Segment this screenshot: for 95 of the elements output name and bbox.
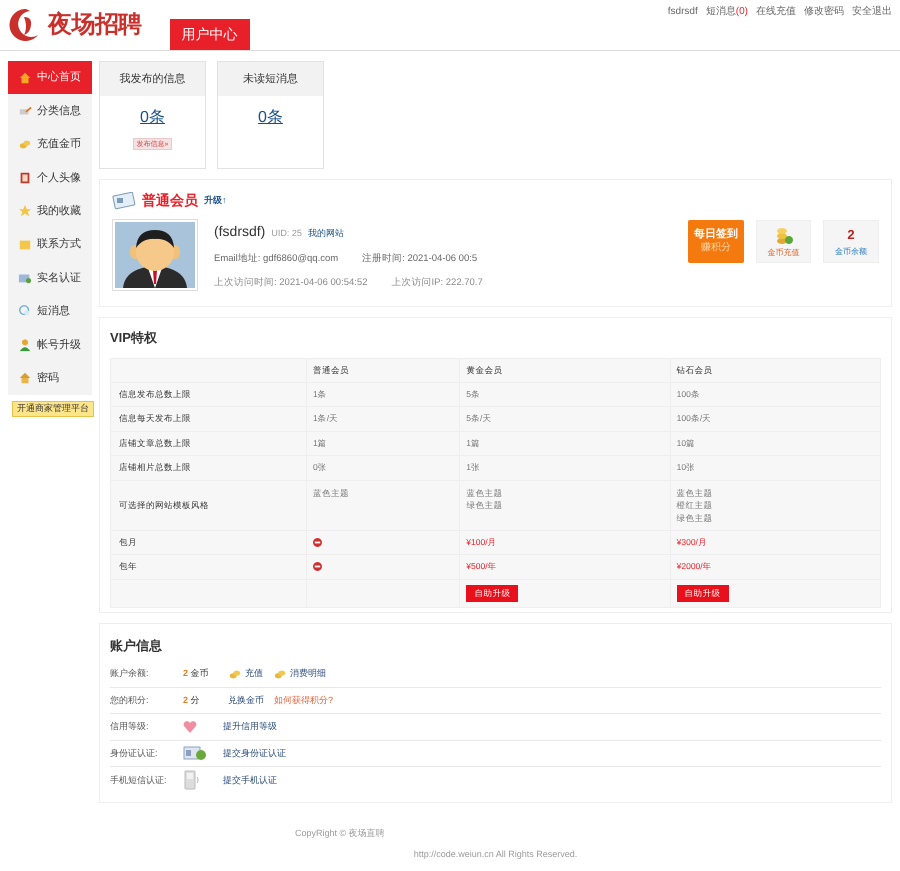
upgrade-link[interactable]: 升级↑ <box>204 194 226 208</box>
table-cell-text: ¥300/月 <box>676 536 708 549</box>
sidebar-item[interactable]: 充值金币 <box>8 128 92 162</box>
account-link[interactable]: 兑换金币 <box>228 694 264 707</box>
stat-title: 我发布的信息 <box>100 62 205 96</box>
field-label: 信用等级: <box>110 720 150 733</box>
account-link[interactable]: 如何获得积分? <box>274 694 334 707</box>
id-card-icon <box>183 745 207 762</box>
phone-icon <box>183 770 201 790</box>
row-label: 包年 <box>110 554 306 579</box>
field-value: 2 金币 <box>183 667 210 680</box>
table-cell-text: ¥100/月 <box>466 536 498 549</box>
site-logo: 夜场招聘 <box>48 10 142 40</box>
last-visit-ip: 上次访问IP: 222.70.7 <box>392 276 483 290</box>
table-cell-text: 1篇 <box>313 436 328 450</box>
table-cell-text: 1篇 <box>466 436 482 450</box>
table-cell-text: 1条/天 <box>313 412 340 426</box>
sidebar-item[interactable]: 帐号升级 <box>8 328 92 362</box>
register-time: 注册时间: 2021-04-06 00:5 <box>362 252 478 266</box>
table-cell-text: 绿色主题 <box>676 512 714 525</box>
portrait-icon <box>18 170 32 185</box>
stat-count-link[interactable]: 0条 <box>140 106 165 130</box>
house-icon <box>18 70 32 85</box>
section-title: 账户信息 <box>110 636 163 654</box>
sidebar-item[interactable]: 密码 <box>8 362 92 395</box>
section-title: VIP特权 <box>110 329 158 347</box>
sidebar-item[interactable]: 我的收藏 <box>8 194 92 228</box>
last-visit-time: 上次访问时间: 2021-04-06 00:54:52 <box>214 276 368 290</box>
table-cell-text: 10张 <box>676 461 696 474</box>
table-cell-text: 5条 <box>466 388 482 401</box>
table-cell-text: 蓝色主题 <box>466 486 504 500</box>
row-label: 包月 <box>110 530 306 554</box>
header-tab[interactable]: 用户中心 <box>170 19 250 50</box>
self-upgrade-button[interactable]: 自助升级 <box>676 584 729 602</box>
table-cell-text: 蓝色主题 <box>313 486 350 500</box>
star-icon <box>18 204 32 218</box>
account-link[interactable]: 提交身份证认证 <box>223 746 286 760</box>
copyright-text: CopyRight © 夜场直聘 <box>295 826 385 840</box>
member-level: 普通会员 <box>142 191 198 210</box>
table-cell-text: 绿色主题 <box>466 499 504 512</box>
chat-bubble-icon <box>18 304 32 318</box>
table-cell-text: 1张 <box>466 461 482 474</box>
member-card-icon <box>112 192 136 210</box>
sidebar-item[interactable]: 个人头像 <box>8 161 92 195</box>
username: (fsdrsdf) <box>214 222 266 241</box>
stat-title: 未读短消息 <box>218 62 323 96</box>
top-link[interactable]: 安全退出 <box>852 4 892 19</box>
stat-count-link[interactable]: 0条 <box>258 106 283 130</box>
column-header: 钻石会员 <box>670 358 880 382</box>
sidebar-item[interactable]: 联系方式 <box>8 228 92 262</box>
account-link[interactable]: 提升信用等级 <box>223 720 277 734</box>
account-link[interactable]: 提交手机认证 <box>223 774 277 787</box>
column-header: 普通会员 <box>306 358 460 382</box>
rights-text: http://code.weiun.cn All Rights Reserved. <box>414 848 578 861</box>
user-id: UID: 25 <box>271 227 302 240</box>
sidebar-item[interactable]: 中心首页 <box>8 61 92 94</box>
top-link[interactable]: 短消息(0) <box>706 4 748 19</box>
coin-balance-label: 金币余额 <box>835 246 867 258</box>
sidebar-item[interactable]: 实名认证 <box>8 261 92 295</box>
top-link[interactable]: fsdrsdf <box>668 4 698 19</box>
row-label: 信息发布总数上限 <box>110 382 306 406</box>
sidebar-item[interactable]: 分类信息 <box>8 94 92 128</box>
table-cell-text: 1条 <box>313 388 328 401</box>
self-upgrade-button[interactable]: 自助升级 <box>466 584 518 602</box>
row-label: 店铺相片总数上限 <box>110 456 306 480</box>
account-link[interactable]: 充值 <box>228 666 263 681</box>
coin-balance-value: 2 <box>847 226 855 244</box>
field-label: 手机短信认证: <box>110 774 168 786</box>
sidebar-item[interactable]: 短消息 <box>8 294 92 328</box>
row-label: 信息每天发布上限 <box>110 406 306 431</box>
table-cell-text: 5条/天 <box>466 412 492 426</box>
field-label: 您的积分: <box>110 694 150 706</box>
top-link[interactable]: 在线充值 <box>756 4 796 19</box>
table-cell-text: ¥500/年 <box>466 560 498 574</box>
row-label: 店铺文章总数上限 <box>110 431 306 456</box>
column-header: 黄金会员 <box>460 358 670 382</box>
merchant-platform-button[interactable]: 开通商家管理平台 <box>12 400 94 417</box>
table-cell-text: 蓝色主题 <box>676 486 714 500</box>
field-label: 身份证认证: <box>110 746 159 760</box>
row-label: 可选择的网站模板风格 <box>110 480 306 530</box>
table-cell-text: 100条/天 <box>676 412 712 426</box>
account-link[interactable]: 消费明细 <box>273 666 326 681</box>
field-label: 账户余额: <box>110 667 150 680</box>
person-icon <box>18 338 32 352</box>
card-icon <box>18 238 32 252</box>
field-value: 2 分 <box>183 694 201 706</box>
table-cell-text: 0张 <box>313 461 328 474</box>
table-cell-text: 10篇 <box>676 436 696 450</box>
email-text: Email地址: gdf6860@qq.com <box>214 252 338 266</box>
table-cell-text: 100条 <box>676 388 701 401</box>
top-link[interactable]: 修改密码 <box>804 4 844 19</box>
my-site-link[interactable]: 我的网站 <box>308 227 344 240</box>
heart-icon <box>183 720 197 733</box>
table-cell-text: ¥2000/年 <box>676 560 713 574</box>
table-cell-text: 橙红主题 <box>676 499 714 512</box>
